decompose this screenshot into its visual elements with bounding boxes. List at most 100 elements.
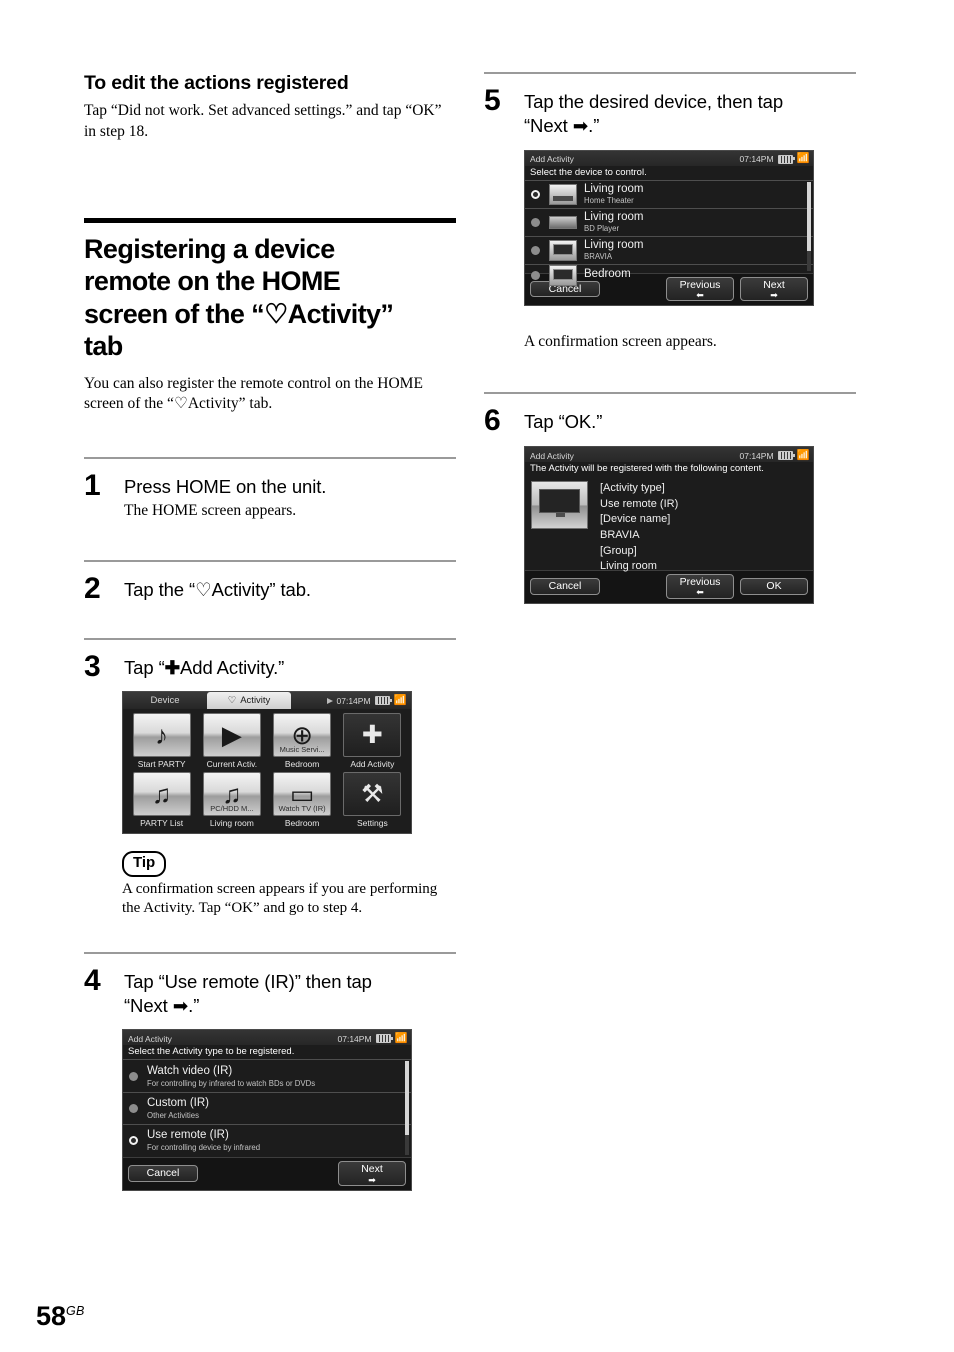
cancel-button[interactable]: Cancel bbox=[530, 578, 600, 595]
step-3-title: Tap “✚Add Activity.” bbox=[124, 656, 456, 680]
tile-label: Current Activ. bbox=[206, 759, 258, 770]
status-icons: 07:14PM 📶 bbox=[740, 449, 810, 461]
list-item[interactable]: Living room BD Player bbox=[525, 207, 813, 236]
radio-button[interactable] bbox=[531, 217, 540, 227]
home-tile-settings[interactable]: ⚒ Settings bbox=[339, 772, 406, 828]
note-icon: ♪ bbox=[155, 720, 169, 751]
subsection-body: Tap “Did not work. Set advanced settings… bbox=[84, 102, 442, 140]
list-item[interactable]: Watch video (IR) For controlling by infr… bbox=[123, 1059, 411, 1092]
toolbox-glyph: ⚒ bbox=[361, 779, 384, 808]
radio-button[interactable] bbox=[129, 1104, 138, 1114]
home-tab-device[interactable]: Device bbox=[123, 692, 207, 709]
device-select-screenshot: Add Activity 07:14PM 📶 Select the device… bbox=[524, 149, 814, 307]
tile-label: PARTY List bbox=[140, 818, 184, 829]
scrollbar-thumb[interactable] bbox=[807, 181, 811, 252]
tile-label: Add Activity bbox=[350, 759, 395, 770]
screen-title: Add Activity bbox=[128, 1033, 172, 1044]
step-number: 4 bbox=[84, 963, 101, 997]
screen-prompt: Select the device to control. bbox=[525, 165, 813, 180]
tile-overlabel: Watch TV (IR) bbox=[278, 804, 326, 814]
home-tile[interactable]: ⊕ Music Servi... Bedroom bbox=[269, 713, 336, 769]
step-2-title: Tap the “♡Activity” tab. bbox=[124, 578, 456, 602]
radio-button[interactable] bbox=[129, 1071, 138, 1081]
step-divider bbox=[84, 456, 456, 459]
subsection-edit-actions: To edit the actions registered Tap “Did … bbox=[84, 72, 456, 142]
radio-button-selected[interactable] bbox=[129, 1136, 138, 1146]
list-item-selected[interactable]: Living room Home Theater bbox=[525, 179, 813, 208]
home-status-area: 07:14PM 📶 bbox=[291, 692, 411, 709]
scrollbar[interactable] bbox=[405, 1061, 409, 1156]
home-tile[interactable]: ▶ Current Activ. bbox=[198, 713, 265, 769]
step-number: 1 bbox=[84, 468, 101, 502]
tile-overlabel: Music Servi... bbox=[279, 745, 325, 755]
tip-block: Tip A confirmation screen appears if you… bbox=[122, 851, 456, 918]
signal-icon: 📶 bbox=[393, 694, 407, 706]
next-button-label: Next bbox=[361, 1163, 383, 1176]
home-screen-screenshot: Device ♡ Activity 07:14PM 📶 ♪ Start PART… bbox=[122, 691, 412, 835]
current-activity-icon: ▶ bbox=[202, 713, 261, 758]
step-5-title: Tap the desired device, then tap “Next ➡… bbox=[524, 90, 856, 138]
radio-button[interactable] bbox=[531, 270, 540, 280]
list-item[interactable]: Bedroom bbox=[525, 263, 813, 286]
device-thumbnail bbox=[549, 215, 577, 229]
home-tile-grid: ♪ Start PARTY ▶ Current Activ. ⊕ Music Se… bbox=[123, 709, 411, 834]
previous-button[interactable]: Previous ⬅ bbox=[666, 574, 734, 599]
page-region-label: GB bbox=[66, 1304, 85, 1318]
step-3-block: 3 Tap “✚Add Activity.” Device ♡ Activity… bbox=[84, 637, 456, 919]
tile-label: Living room bbox=[209, 818, 254, 829]
list-item-selected[interactable]: Use remote (IR) For controlling device b… bbox=[123, 1124, 411, 1156]
pc-hdd-music-icon: ♫ PC/HDD M... bbox=[202, 772, 261, 817]
ok-button[interactable]: OK bbox=[740, 578, 808, 595]
page-title: Registering a device remote on the HOME … bbox=[84, 233, 456, 362]
step-number: 5 bbox=[484, 84, 501, 117]
toolbox-icon: ⚒ bbox=[343, 772, 402, 817]
step-5-title-line-2b: .” bbox=[588, 114, 600, 136]
signal-icon: 📶 bbox=[796, 449, 810, 461]
cancel-button-label: Cancel bbox=[146, 1167, 180, 1180]
device-sub-name: Home Theater bbox=[584, 196, 634, 206]
arrow-right-icon: ➡ bbox=[172, 994, 189, 1016]
step-2-title-b: Activity” tab. bbox=[211, 578, 311, 600]
battery-icon bbox=[375, 1034, 393, 1044]
radio-button-selected[interactable] bbox=[531, 189, 540, 199]
home-tile[interactable]: ♫ PARTY List bbox=[128, 772, 195, 828]
device-sub-name: BRAVIA bbox=[584, 252, 613, 262]
home-tab-activity[interactable]: ♡ Activity bbox=[207, 692, 291, 710]
home-tile[interactable]: ▭ Watch TV (IR) Bedroom bbox=[269, 772, 336, 828]
home-tab-device-label: Device bbox=[150, 695, 180, 707]
clock-label: 07:14PM bbox=[336, 695, 371, 706]
step-5: 5 Tap the desired device, then tap “Next… bbox=[484, 86, 856, 138]
confirmation-detail-list: [Activity type] Use remote (IR) [Device … bbox=[600, 481, 678, 572]
device-name: Living room bbox=[584, 238, 644, 251]
watch-tv-icon: ▭ Watch TV (IR) bbox=[273, 772, 332, 817]
chapter-title-line-3a: screen of the “ bbox=[84, 298, 265, 329]
list-item[interactable]: Living room BRAVIA bbox=[525, 235, 813, 264]
screen-button-bar: Cancel Next ➡ bbox=[123, 1157, 411, 1190]
step-4-block: 4 Tap “Use remote (IR)” then tap “Next ➡… bbox=[84, 951, 456, 1191]
home-tile[interactable]: ♪ Start PARTY bbox=[128, 713, 195, 769]
home-tile[interactable]: ♫ PC/HDD M... Living room bbox=[198, 772, 265, 828]
cancel-button[interactable]: Cancel bbox=[128, 1165, 198, 1182]
screen-status-bar: Add Activity 07:14PM 📶 bbox=[525, 447, 813, 463]
option-sub-label: For controlling device by infrared bbox=[147, 1143, 261, 1153]
list-item[interactable]: Custom (IR) Other Activities bbox=[123, 1092, 411, 1124]
heart-icon: ♡ bbox=[264, 298, 288, 329]
signal-icon: 📶 bbox=[796, 153, 810, 165]
page-number-value: 58 bbox=[36, 1301, 67, 1331]
option-sub-label: For controlling by infrared to watch BDs… bbox=[147, 1078, 316, 1088]
step-5-block: 5 Tap the desired device, then tap “Next… bbox=[484, 72, 856, 352]
next-button[interactable]: Next ➡ bbox=[338, 1161, 406, 1186]
tile-label: Bedroom bbox=[284, 759, 320, 770]
step-4: 4 Tap “Use remote (IR)” then tap “Next ➡… bbox=[84, 965, 456, 1018]
tip-badge: Tip bbox=[122, 851, 167, 877]
home-tile-add-activity[interactable]: ✚ Add Activity bbox=[339, 713, 406, 769]
right-column: 5 Tap the desired device, then tap “Next… bbox=[484, 0, 856, 604]
tip-text: A confirmation screen appears if you are… bbox=[122, 880, 438, 917]
device-thumbnail bbox=[549, 264, 577, 286]
plus-icon: ✚ bbox=[361, 720, 383, 749]
scrollbar-thumb[interactable] bbox=[405, 1061, 409, 1135]
detail-line: [Group] bbox=[600, 544, 637, 557]
radio-button[interactable] bbox=[531, 245, 540, 255]
scrollbar[interactable] bbox=[807, 181, 811, 271]
option-label: Use remote (IR) bbox=[147, 1129, 229, 1142]
